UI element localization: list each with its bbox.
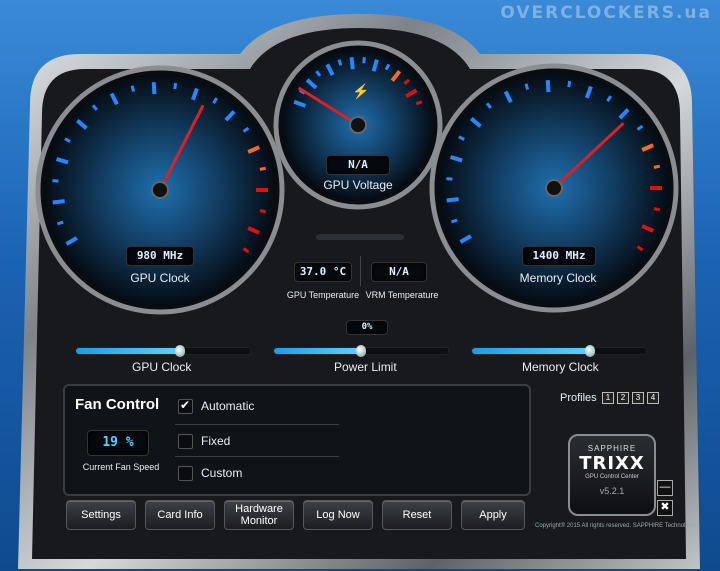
memory-clock-gauge-hub bbox=[545, 179, 563, 197]
gpu-clock-slider[interactable] bbox=[75, 345, 251, 357]
profile-2-button[interactable]: 2 bbox=[617, 392, 629, 404]
trixx-logo: SAPPHIRE TRIXX GPU Control Center v5.2.1 bbox=[568, 434, 656, 516]
gpu-clock-gauge-tick bbox=[173, 82, 178, 90]
apply-button[interactable]: Apply bbox=[461, 500, 525, 530]
fixed-label: Fixed bbox=[201, 434, 231, 448]
gpu-clock-label: GPU Clock bbox=[130, 271, 190, 285]
memory-clock-gauge-tick bbox=[653, 164, 661, 169]
logo-brand: SAPPHIRE bbox=[587, 444, 637, 453]
fan-separator bbox=[175, 456, 339, 457]
custom-label: Custom bbox=[201, 466, 243, 480]
memory-clock-gauge-tick bbox=[653, 207, 661, 212]
gpu-clock-gauge-tick bbox=[259, 166, 267, 171]
gpu-voltage-gauge-tick bbox=[337, 59, 343, 66]
power-limit-readout: 0% bbox=[346, 320, 388, 335]
gpu-voltage-readout: N/A bbox=[326, 155, 390, 175]
card-info-button[interactable]: Card Info bbox=[145, 500, 215, 530]
automatic-label: Automatic bbox=[201, 399, 255, 413]
minimize-button[interactable]: — bbox=[657, 480, 673, 496]
fan-control-panel: Fan Control 19 % Current Fan Speed Autom… bbox=[63, 384, 531, 496]
power-limit-slider[interactable] bbox=[273, 345, 449, 357]
gpu-voltage-gauge-tick bbox=[415, 100, 423, 106]
copyright-text: Copyright® 2015 All rights reserved. SAP… bbox=[535, 523, 700, 529]
gpu-clock-slider-label: GPU Clock bbox=[132, 360, 192, 374]
gpu-voltage-gauge-tick bbox=[362, 57, 366, 64]
memory-clock-gauge-tick bbox=[524, 83, 530, 90]
memory-clock-slider-fill bbox=[472, 348, 591, 354]
hardware-monitor-button[interactable]: Hardware Monitor bbox=[224, 500, 294, 530]
fan-speed-readout: 19 % bbox=[87, 430, 149, 456]
automatic-checkbox[interactable] bbox=[178, 398, 193, 414]
memory-clock-gauge-tick bbox=[446, 197, 459, 203]
gpu-voltage-gauge-tick bbox=[349, 57, 355, 70]
gpu-voltage-gauge-hub bbox=[349, 116, 367, 134]
power-limit-slider-knob[interactable] bbox=[356, 345, 366, 357]
memory-clock-slider[interactable] bbox=[471, 345, 647, 357]
gpu-clock-slider-fill bbox=[76, 348, 181, 354]
fixed-checkbox[interactable] bbox=[178, 434, 193, 449]
settings-button[interactable]: Settings bbox=[66, 500, 136, 530]
profile-1-button[interactable]: 1 bbox=[602, 392, 614, 404]
fan-separator bbox=[175, 424, 339, 425]
gpu-clock-gauge-tick bbox=[57, 220, 64, 226]
temp-divider bbox=[360, 256, 361, 286]
memory-clock-gauge-tick bbox=[446, 177, 453, 181]
close-button[interactable]: ✖ bbox=[657, 500, 673, 516]
gpu-clock-gauge-tick bbox=[52, 199, 65, 205]
gpu-clock-readout: 980 MHz bbox=[126, 246, 194, 266]
gpu-clock-gauge-tick bbox=[52, 179, 59, 183]
center-divider bbox=[316, 234, 404, 240]
profile-4-button[interactable]: 4 bbox=[647, 392, 659, 404]
memory-clock-slider-knob[interactable] bbox=[585, 345, 596, 357]
memory-clock-label: Memory Clock bbox=[519, 271, 597, 285]
power-limit-label: Power Limit bbox=[334, 360, 397, 374]
profile-3-button[interactable]: 3 bbox=[632, 392, 644, 404]
power-limit-slider-fill bbox=[274, 348, 361, 354]
logo-name: TRIXX bbox=[579, 453, 645, 474]
gpu-voltage-label: GPU Voltage bbox=[323, 178, 393, 192]
profiles-label: Profiles bbox=[560, 392, 597, 404]
fan-control-title: Fan Control bbox=[75, 396, 160, 413]
custom-checkbox[interactable] bbox=[178, 466, 193, 481]
hardware-monitor-label-line1: Hardware bbox=[235, 503, 283, 515]
lightning-icon: ⚡ bbox=[352, 83, 369, 100]
hardware-monitor-label-line2: Monitor bbox=[240, 515, 278, 527]
memory-clock-readout: 1400 MHz bbox=[522, 246, 596, 266]
fan-speed-label: Current Fan Speed bbox=[82, 462, 160, 472]
logo-version: v5.2.1 bbox=[599, 486, 625, 496]
log-now-button[interactable]: Log Now bbox=[303, 500, 373, 530]
memory-clock-gauge-tick bbox=[451, 218, 458, 224]
vrm-temperature-readout: N/A bbox=[371, 262, 427, 282]
memory-clock-gauge-tick bbox=[567, 80, 572, 88]
logo-subtitle: GPU Control Center bbox=[585, 474, 639, 480]
gpu-clock-gauge-tick bbox=[130, 85, 136, 92]
memory-clock-gauge-tick bbox=[545, 80, 551, 93]
gpu-clock-gauge-tick bbox=[259, 209, 267, 214]
vrm-temperature-label: VRM Temperature bbox=[365, 290, 439, 300]
gpu-temperature-label: GPU Temperature bbox=[286, 290, 360, 300]
gpu-clock-gauge-hub bbox=[151, 181, 169, 199]
gpu-clock-gauge-tick bbox=[151, 82, 157, 95]
memory-clock-slider-label: Memory Clock bbox=[522, 360, 599, 374]
gpu-temperature-readout: 37.0 °C bbox=[294, 262, 352, 282]
reset-button[interactable]: Reset bbox=[382, 500, 452, 530]
